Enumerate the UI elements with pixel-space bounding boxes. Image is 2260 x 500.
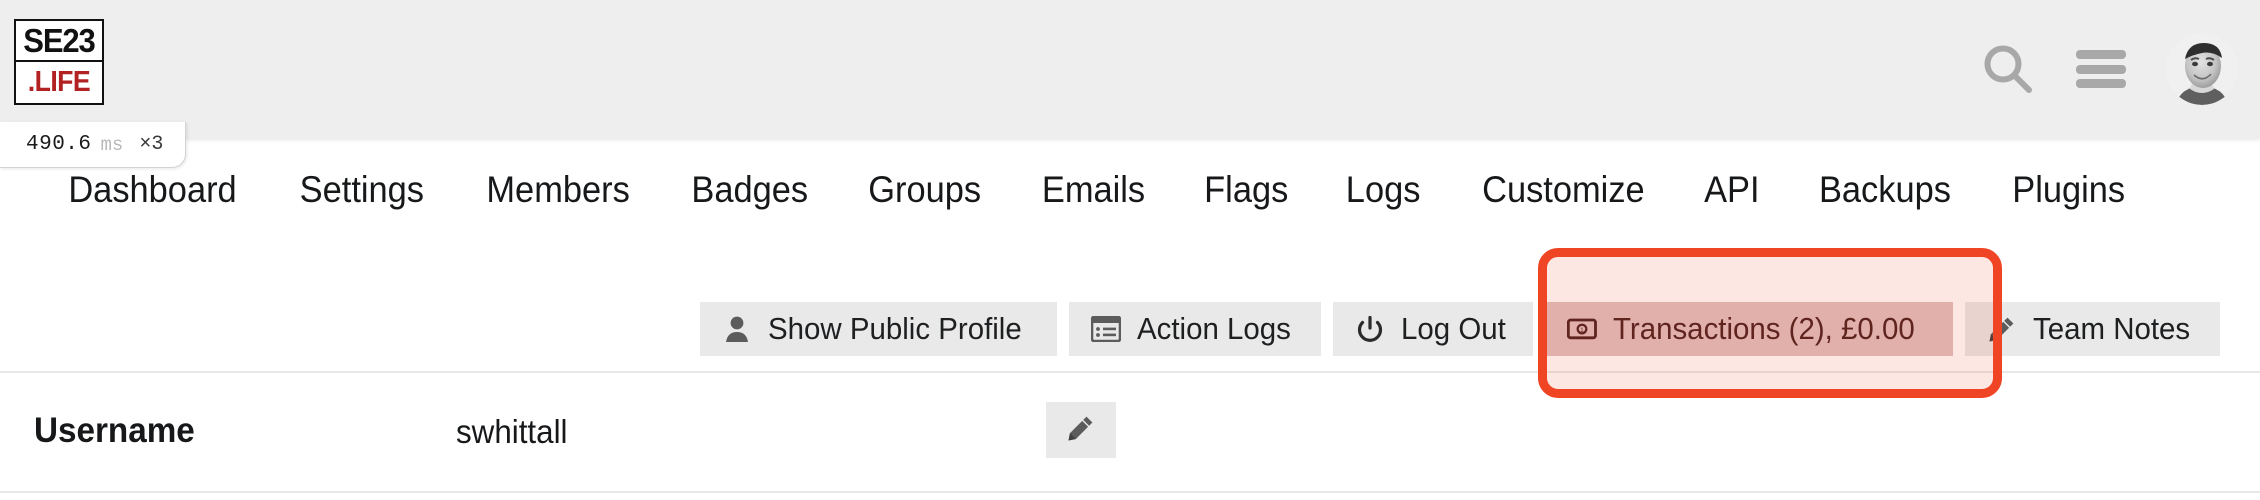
hamburger-bar (2076, 50, 2126, 59)
logo-top-text: SE23 (23, 22, 96, 59)
logo-bottom-text: .LIFE (27, 66, 91, 98)
admin-nav-tabs: Dashboard Settings Members Badges Groups… (0, 138, 2260, 242)
person-icon (722, 315, 752, 343)
username-label: Username (34, 411, 195, 450)
user-avatar-photo[interactable] (2166, 33, 2238, 105)
perf-multiplier: ×3 (139, 133, 164, 156)
list-window-icon (1091, 316, 1122, 342)
hamburger-bar (2076, 79, 2126, 88)
nav-item-customize[interactable]: Customize (1457, 169, 1668, 211)
header-icon-group (1980, 0, 2238, 138)
perf-unit: ms (100, 133, 124, 156)
power-icon (1355, 315, 1385, 343)
action-logs-label: Action Logs (1137, 311, 1291, 346)
nav-item-flags[interactable]: Flags (1180, 169, 1313, 211)
nav-item-logs[interactable]: Logs (1322, 169, 1445, 211)
show-public-profile-label: Show Public Profile (768, 311, 1022, 346)
se23-life-logo[interactable]: SE23 .LIFE (14, 19, 104, 105)
show-public-profile-button[interactable]: Show Public Profile (700, 302, 1058, 356)
svg-text:1: 1 (1581, 327, 1585, 334)
performance-timing-badge[interactable]: 490.6 ms ×3 (0, 122, 187, 168)
transactions-button[interactable]: 1 Transactions (2), £0.00 (1545, 302, 1954, 356)
nav-item-groups[interactable]: Groups (844, 169, 1005, 211)
banknote-icon: 1 (1567, 318, 1598, 340)
page-root: SE23 .LIFE 490.6 ms ×3 Dashboard Setting… (0, 0, 2260, 500)
hamburger-bar (2076, 64, 2126, 74)
member-actions-group: Show Public Profile Action Logs Log Out … (700, 302, 2221, 356)
nav-item-settings[interactable]: Settings (276, 169, 449, 211)
site-header: SE23 .LIFE (0, 0, 2260, 138)
pencil-icon (1067, 414, 1095, 447)
team-notes-button[interactable]: Team Notes (1965, 302, 2221, 356)
nav-item-api[interactable]: API (1680, 169, 1784, 211)
nav-item-members[interactable]: Members (462, 169, 654, 211)
action-logs-button[interactable]: Action Logs (1069, 302, 1322, 356)
hamburger-menu-icon[interactable] (2076, 50, 2126, 88)
nav-item-plugins[interactable]: Plugins (1988, 169, 2149, 211)
logo-top-row: SE23 (16, 21, 102, 62)
team-notes-label: Team Notes (2033, 311, 2191, 346)
transactions-label: Transactions (2), £0.00 (1613, 311, 1916, 346)
logo-bottom-row: .LIFE (16, 62, 102, 103)
log-out-label: Log Out (1401, 311, 1506, 346)
nav-item-dashboard[interactable]: Dashboard (44, 169, 261, 211)
log-out-button[interactable]: Log Out (1333, 302, 1534, 356)
search-icon[interactable] (1980, 41, 2036, 97)
nav-item-backups[interactable]: Backups (1795, 169, 1975, 211)
username-value: swhittall (456, 413, 568, 450)
nav-item-emails[interactable]: Emails (1017, 169, 1169, 211)
nav-item-badges[interactable]: Badges (667, 169, 832, 211)
username-field-row: Username swhittall (0, 375, 2260, 493)
member-actions-row: Show Public Profile Action Logs Log Out … (0, 242, 2260, 373)
pencil-icon (1987, 315, 2017, 343)
username-edit-button[interactable] (1046, 402, 1116, 458)
perf-value: 490.6 (26, 133, 92, 156)
